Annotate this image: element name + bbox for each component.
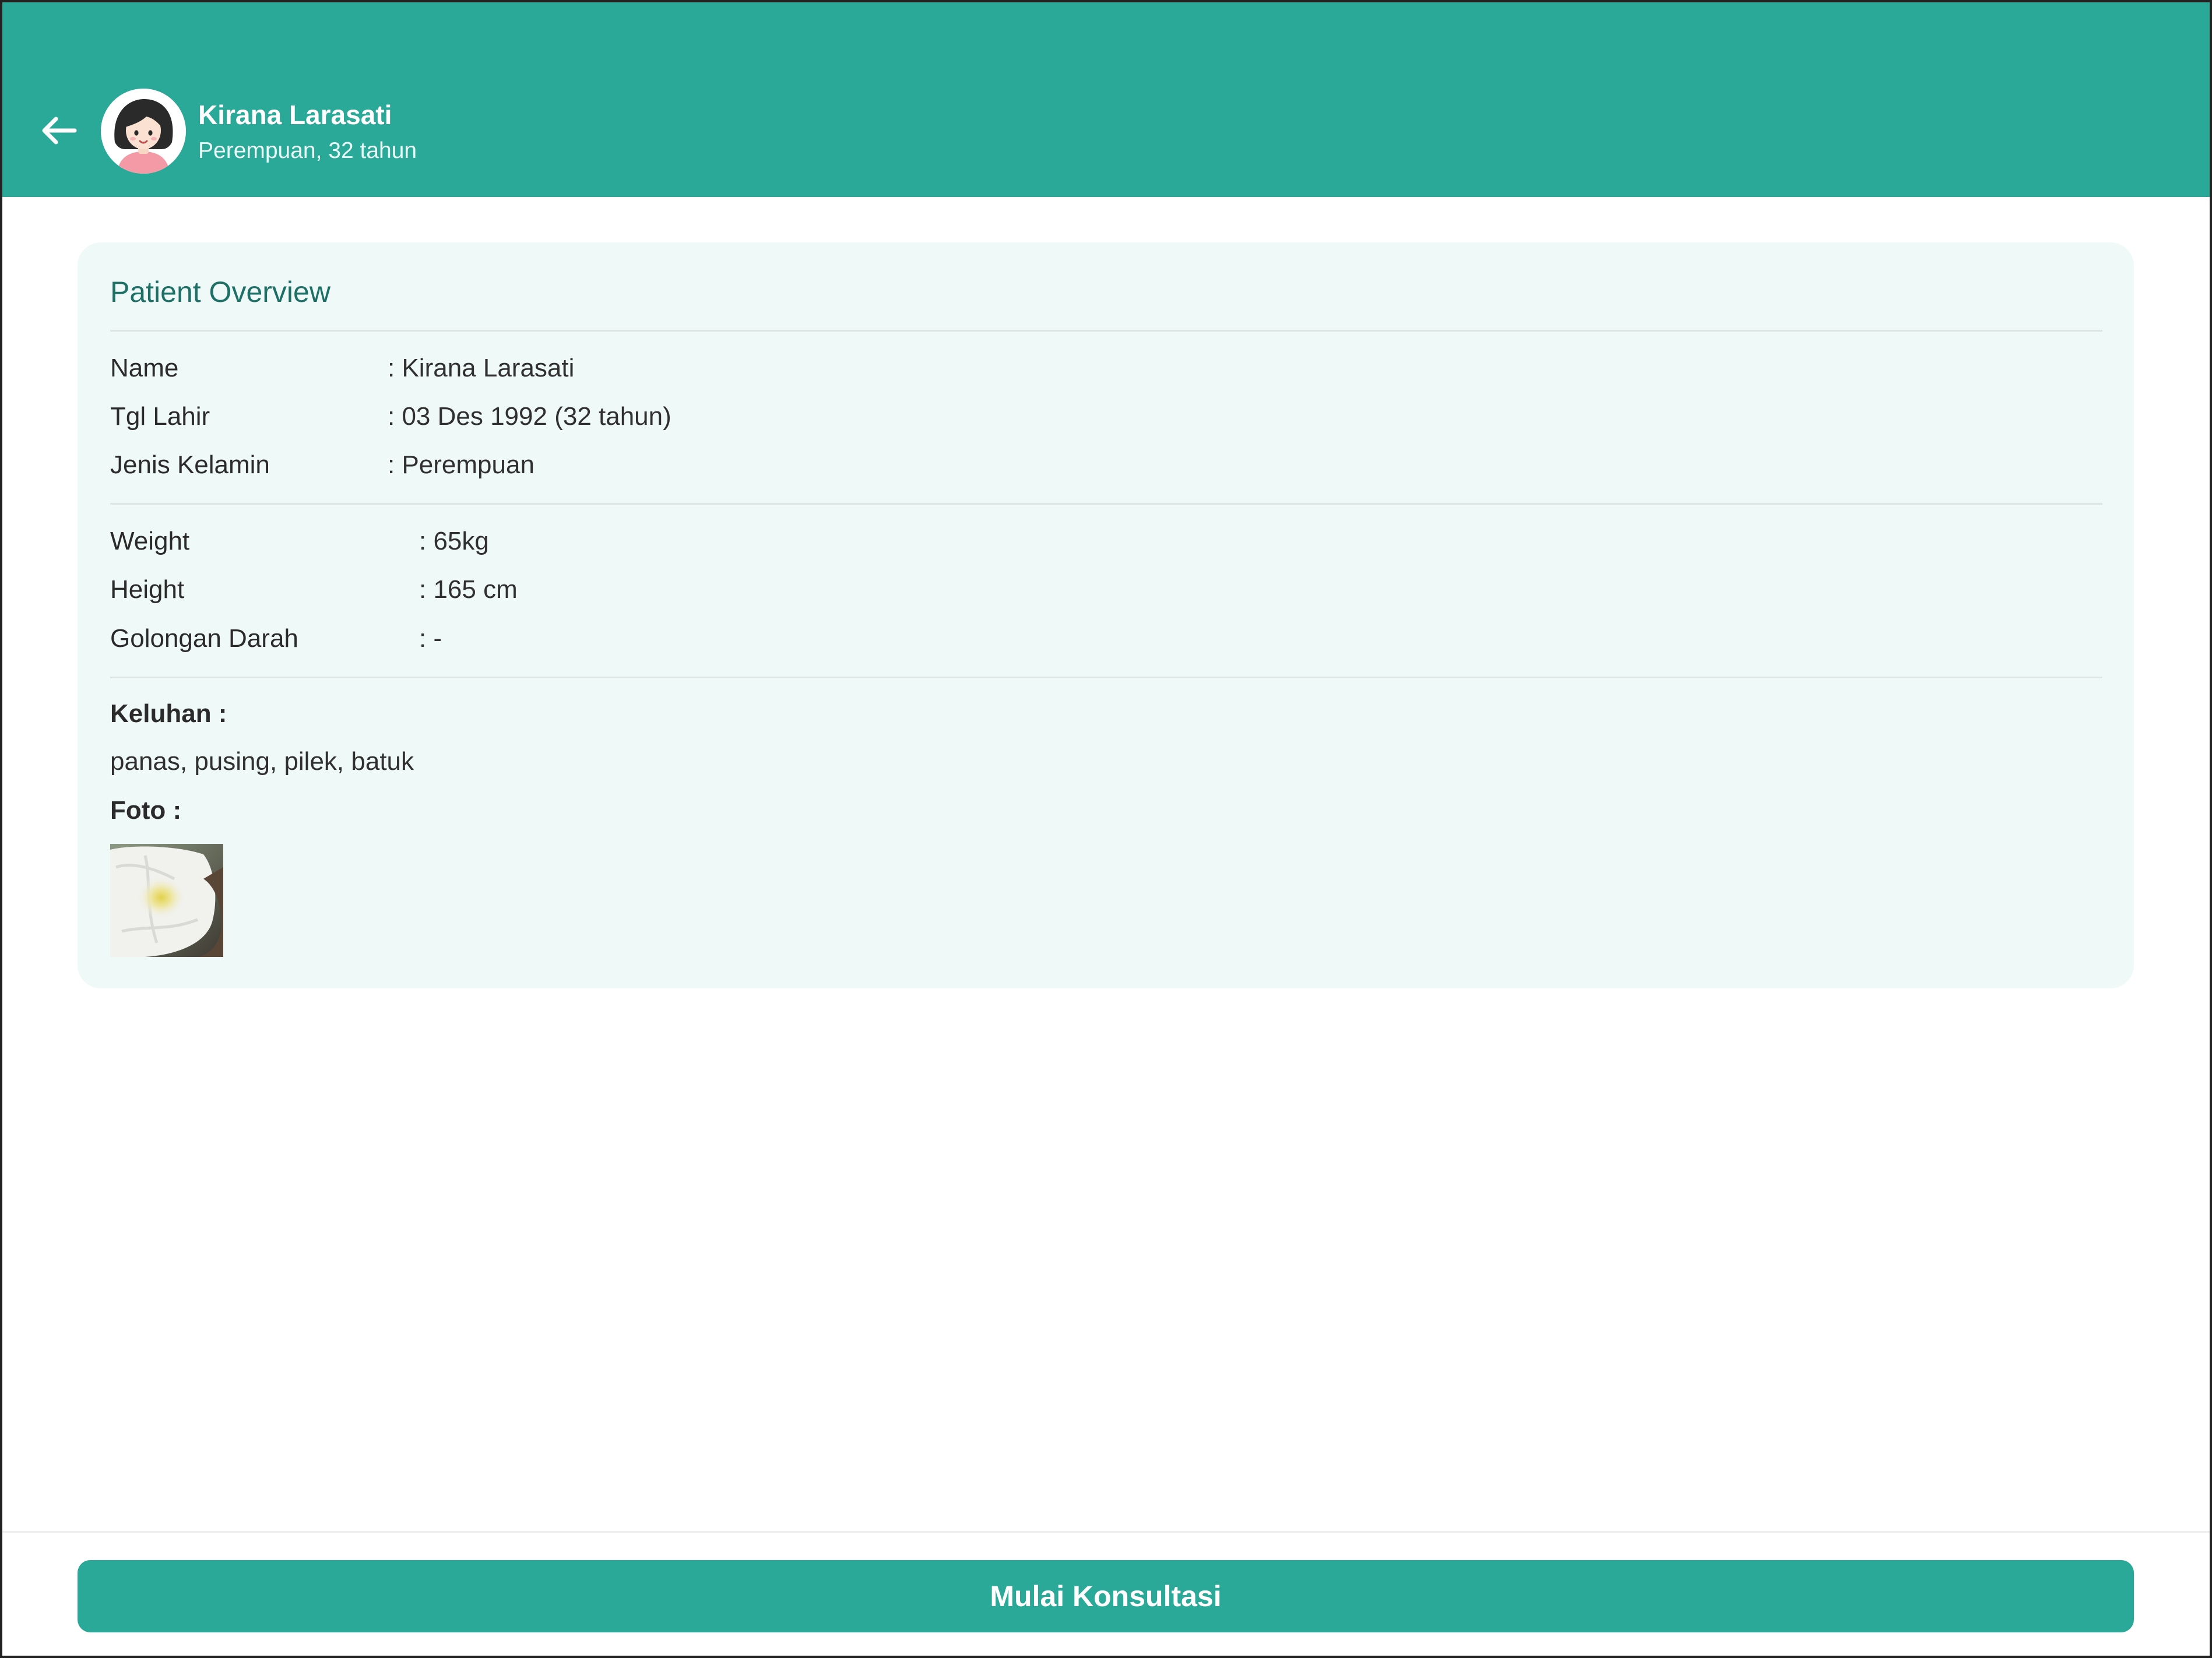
row-label: Golongan Darah <box>110 624 298 653</box>
row-label: Height <box>110 575 185 604</box>
row-value: : 165 cm <box>419 575 518 604</box>
app-header: Kirana Larasati Perempuan, 32 tahun <box>0 0 2212 197</box>
row-value: : - <box>419 624 442 653</box>
header-patient-name: Kirana Larasati <box>198 100 392 130</box>
row-value: : 65kg <box>419 527 489 555</box>
identity-row-gender: Jenis Kelamin : Perempuan <box>110 448 534 483</box>
row-label: Jenis Kelamin <box>110 450 270 479</box>
divider <box>110 677 2102 678</box>
start-consultation-button[interactable]: Mulai Konsultasi <box>78 1560 2134 1632</box>
row-value: : Perempuan <box>388 450 534 479</box>
back-button[interactable] <box>34 104 87 157</box>
row-label: Weight <box>110 527 190 555</box>
arrow-left-icon <box>42 117 77 145</box>
identity-row-birthdate: Tgl Lahir : 03 Des 1992 (32 tahun) <box>110 399 671 434</box>
divider <box>110 503 2102 505</box>
complaint-text: panas, pusing, pilek, batuk <box>110 747 414 776</box>
divider <box>110 330 2102 332</box>
tissue-photo-image <box>110 844 223 957</box>
avatar <box>101 89 186 174</box>
header-patient-subtitle: Perempuan, 32 tahun <box>198 138 417 163</box>
female-avatar-icon <box>101 89 186 174</box>
photo-label: Foto : <box>110 796 182 825</box>
row-label: Tgl Lahir <box>110 402 210 431</box>
row-label: Name <box>110 354 179 382</box>
row-value: : 03 Des 1992 (32 tahun) <box>388 402 671 431</box>
complaint-label: Keluhan : <box>110 699 227 728</box>
row-value: : Kirana Larasati <box>388 354 575 382</box>
vitals-row-height: Height : 165 cm <box>110 572 518 607</box>
footer-divider <box>0 1531 2212 1533</box>
vitals-row-weight: Weight : 65kg <box>110 524 489 559</box>
card-title: Patient Overview <box>110 276 330 308</box>
patient-overview-card: Patient Overview Name : Kirana Larasati … <box>78 242 2134 988</box>
complaint-photo-thumbnail[interactable] <box>110 844 223 957</box>
identity-row-name: Name : Kirana Larasati <box>110 351 574 386</box>
vitals-row-blood-type: Golongan Darah : - <box>110 621 442 656</box>
